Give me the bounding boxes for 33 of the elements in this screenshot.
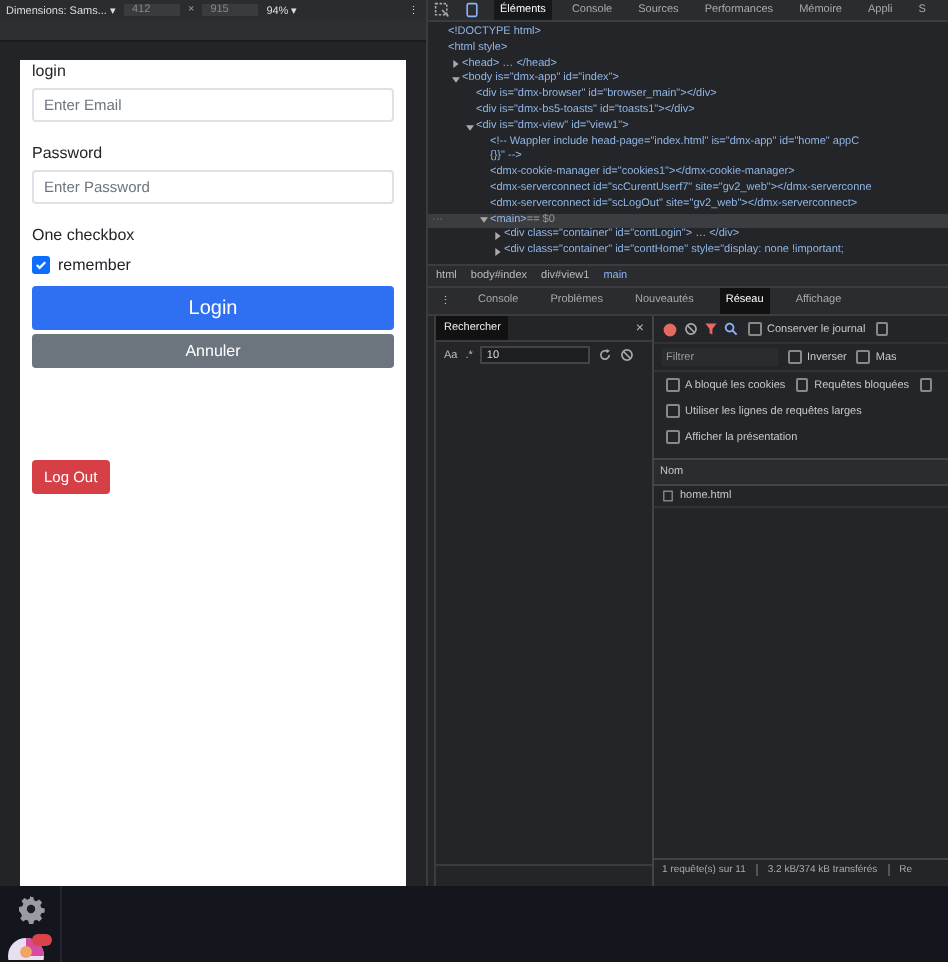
expand-triangle-icon[interactable] [480, 216, 488, 225]
search-icon[interactable] [724, 322, 738, 336]
checkbox[interactable] [875, 322, 889, 336]
avatar-icon[interactable] [6, 932, 54, 960]
gear-icon[interactable] [15, 894, 45, 924]
password-label: Password [32, 144, 105, 162]
filter-icon[interactable] [704, 322, 718, 336]
inspect-icon[interactable] [434, 2, 450, 18]
checkbox[interactable] [856, 350, 870, 364]
expand-triangle-icon[interactable] [452, 60, 460, 69]
record-icon[interactable] [662, 321, 678, 337]
document-icon [662, 490, 674, 502]
email-label: login [32, 62, 68, 80]
checkbox[interactable] [795, 378, 809, 392]
checkbox[interactable] [666, 378, 679, 392]
checkbox[interactable] [919, 378, 933, 392]
checkbox[interactable] [788, 350, 801, 364]
remember-label: remember [58, 256, 131, 274]
checkbox-group-label: One checkbox [32, 226, 137, 244]
clear-icon[interactable] [684, 322, 698, 336]
expand-triangle-icon[interactable] [494, 232, 502, 241]
expand-triangle-icon[interactable] [494, 248, 502, 257]
clear-icon[interactable] [620, 348, 635, 362]
remember-checkbox[interactable] [32, 256, 50, 274]
checkbox[interactable] [666, 430, 679, 444]
cancel-button[interactable]: Annuler [32, 334, 394, 368]
checkbox[interactable] [748, 322, 761, 336]
checkbox[interactable] [666, 404, 679, 418]
device-icon[interactable] [464, 2, 480, 18]
expand-triangle-icon[interactable] [466, 123, 474, 132]
login-button[interactable]: Login [32, 286, 394, 330]
refresh-icon[interactable] [598, 348, 613, 362]
expand-triangle-icon[interactable] [452, 76, 460, 85]
